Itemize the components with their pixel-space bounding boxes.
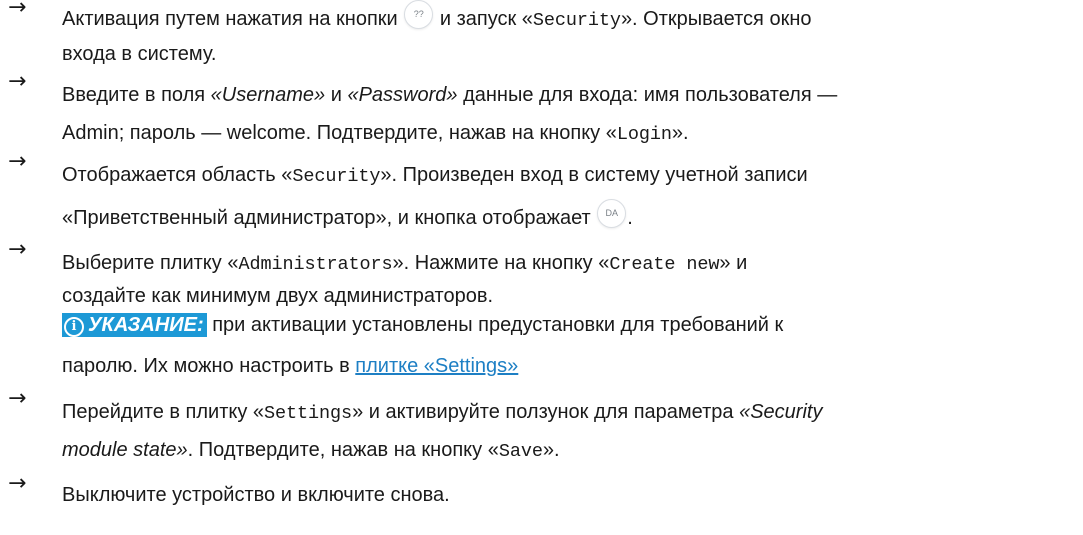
code-save: Save xyxy=(498,441,543,462)
unknown-user-icon: ?? xyxy=(404,0,434,29)
field-username: «Username» xyxy=(210,84,326,106)
code-settings: Settings xyxy=(264,403,353,424)
step-text: ». Открывается окно xyxy=(620,8,812,30)
step-text: ». Нажмите на кнопку « xyxy=(392,252,610,274)
step-text: и xyxy=(325,84,348,106)
code-administrators: Administrators xyxy=(238,254,393,275)
arrow-right-icon: → xyxy=(8,471,27,496)
step-text: ». xyxy=(542,439,560,461)
admin-avatar-icon: DA xyxy=(597,199,627,228)
step-text: создайте как минимум двух администраторо… xyxy=(62,285,494,307)
hint-badge: i УКАЗАНИЕ: xyxy=(62,313,207,337)
step-text: «Приветственный администратор», и кнопка… xyxy=(62,207,591,229)
arrow-right-icon: → xyxy=(8,237,27,262)
arrow-right-icon: → xyxy=(8,69,27,94)
step-text: » и xyxy=(719,252,748,274)
hint-label: УКАЗАНИЕ: xyxy=(88,314,204,336)
field-password: «Password» xyxy=(347,84,458,106)
settings-tile-link[interactable]: плитке «Settings» xyxy=(355,355,518,377)
code-login: Login xyxy=(616,124,672,145)
param-security-module-state: module state» xyxy=(62,439,188,461)
hint-note: i УКАЗАНИЕ: при активации установлены пре… xyxy=(62,313,1075,337)
step-text: Выключите устройство и включите снова. xyxy=(62,484,450,506)
step-text: Отображается область « xyxy=(62,164,293,186)
step-text: . Подтвердите, нажав на кнопку « xyxy=(187,439,499,461)
instruction-document: → Активация путем нажатия на кнопки ?? и… xyxy=(0,0,1083,535)
step-text: и запуск « xyxy=(439,8,533,30)
step-text: Admin; пароль — welcome. Подтвердите, на… xyxy=(62,122,617,144)
arrow-right-icon: → xyxy=(8,0,27,20)
step-text: » и активируйте ползунок для параметра xyxy=(352,401,740,423)
code-create-new: Create new xyxy=(609,254,720,275)
arrow-right-icon: → xyxy=(8,149,27,174)
hint-text: при активации установлены предустановки … xyxy=(206,314,784,336)
step-text: . xyxy=(627,207,633,229)
step-text: ». xyxy=(671,122,689,144)
step-text: Активация путем нажатия на кнопки xyxy=(62,8,398,30)
step-text: входа в систему. xyxy=(62,43,217,65)
code-security: Security xyxy=(292,166,381,187)
step-text: Перейдите в плитку « xyxy=(62,401,265,423)
param-security-module-state: «Security xyxy=(739,401,823,423)
info-icon: i xyxy=(64,317,84,337)
step-text: Введите в поля xyxy=(62,84,211,106)
step-text: Выберите плитку « xyxy=(62,252,239,274)
arrow-right-icon: → xyxy=(8,386,27,411)
code-security: Security xyxy=(532,10,621,31)
step-text: ». Произведен вход в систему учетной зап… xyxy=(380,164,808,186)
step-text: данные для входа: имя пользователя — xyxy=(457,84,838,106)
step-text: паролю. Их можно настроить в xyxy=(62,355,356,377)
